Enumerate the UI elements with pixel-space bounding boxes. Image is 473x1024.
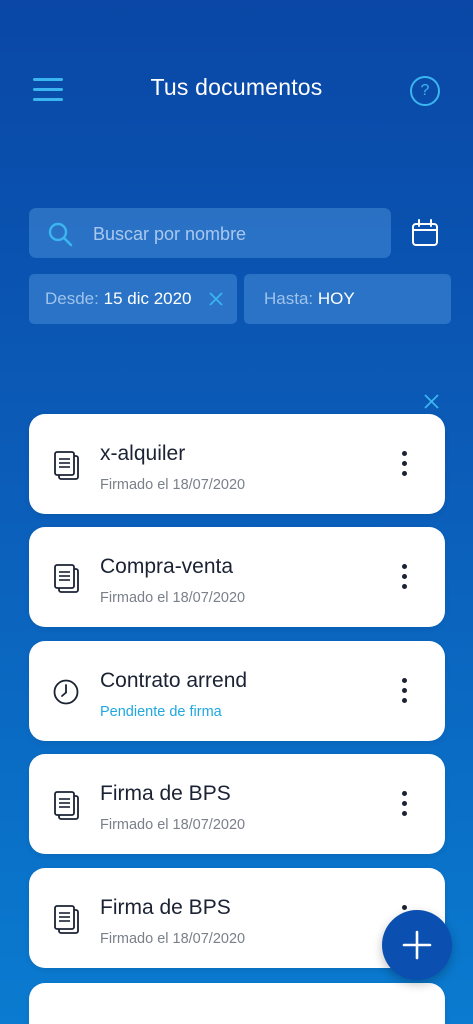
more-options-icon[interactable]	[399, 450, 409, 478]
document-title: Firma de BPS	[100, 782, 231, 805]
document-status: Firmado el 18/07/2020	[100, 477, 246, 493]
document-card[interactable]	[29, 983, 445, 1024]
more-options-icon[interactable]	[399, 790, 409, 818]
document-icon	[54, 451, 79, 480]
document-title: Compra-venta	[100, 555, 234, 578]
document-card[interactable]: Contrato arrend Pendiente de firma	[29, 641, 445, 741]
document-title: Contrato arrend	[100, 669, 248, 692]
document-icon	[54, 791, 79, 820]
more-options-icon[interactable]	[399, 563, 409, 591]
document-status: Firmado el 18/07/2020	[100, 931, 246, 947]
more-options-icon[interactable]	[399, 677, 409, 705]
document-list: x-alquiler Firmado el 18/07/2020 Compra-…	[0, 0, 473, 1024]
document-card[interactable]: Compra-venta Firmado el 18/07/2020	[29, 527, 445, 627]
document-title: Firma de BPS	[100, 896, 231, 919]
document-card[interactable]: Firma de BPS Firmado el 18/07/2020	[29, 754, 445, 854]
clock-icon	[53, 679, 79, 705]
document-icon	[54, 905, 79, 934]
document-icon	[54, 564, 79, 593]
plus-icon	[402, 930, 432, 960]
document-card[interactable]: x-alquiler Firmado el 18/07/2020	[29, 414, 445, 514]
document-status: Pendiente de firma	[100, 704, 222, 720]
document-status: Firmado el 18/07/2020	[100, 817, 246, 833]
document-title: x-alquiler	[100, 442, 186, 465]
add-document-button[interactable]	[382, 910, 452, 980]
document-status: Firmado el 18/07/2020	[100, 590, 246, 606]
